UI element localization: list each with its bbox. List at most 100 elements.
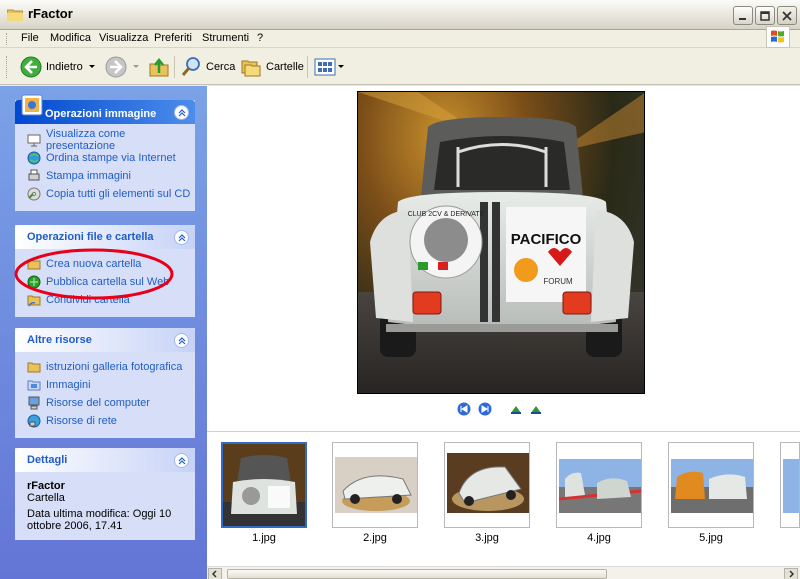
thumbnail[interactable] xyxy=(332,442,418,528)
up-folder-button[interactable] xyxy=(148,53,170,80)
rotate-counterclockwise-icon[interactable] xyxy=(529,403,543,415)
details-title: Dettagli xyxy=(27,454,68,466)
place-images[interactable]: Immagini xyxy=(27,376,195,394)
thumbnail-label: 1.jpg xyxy=(252,532,276,544)
car-rear-photo: CLUB 2CV & DERIVATE PACIFICO FORUM xyxy=(358,92,644,393)
details-modified-2: ottobre 2006, 17.41 xyxy=(27,520,123,532)
previous-image-icon[interactable] xyxy=(457,402,471,416)
image-tasks-icon xyxy=(21,94,43,116)
toolbar-separator-2 xyxy=(307,56,308,78)
collapse-chevron-icon[interactable] xyxy=(174,105,189,120)
title-bar: rFactor xyxy=(0,0,800,30)
menu-preferiti[interactable]: Preferiti xyxy=(154,32,192,44)
sign-text: PACIFICO xyxy=(511,231,582,248)
search-button[interactable]: Cerca xyxy=(180,53,235,80)
rotate-clockwise-icon[interactable] xyxy=(509,403,523,415)
scrollbar-thumb[interactable] xyxy=(227,569,607,579)
window-title: rFactor xyxy=(28,6,73,21)
badge-text: CLUB 2CV & DERIVATE xyxy=(408,211,485,218)
image-tasks-title: Operazioni immagine xyxy=(45,108,157,120)
menu-modifica[interactable]: Modifica xyxy=(50,32,91,44)
minimize-icon xyxy=(739,17,746,20)
views-icon xyxy=(314,58,336,75)
details-modified-1: Data ultima modifica: Oggi 10 xyxy=(27,508,172,520)
views-dropdown-icon[interactable] xyxy=(338,65,344,68)
thumbnail[interactable] xyxy=(444,442,530,528)
back-dropdown-icon[interactable] xyxy=(88,65,95,68)
computer-icon xyxy=(28,396,40,410)
toolbar-separator xyxy=(174,56,175,78)
thumbnail-image xyxy=(669,443,753,527)
menu-bar: File Modifica Visualizza Preferiti Strum… xyxy=(0,30,800,48)
details-panel: Dettagli rFactor Cartella Data ultima mo… xyxy=(15,448,195,540)
folders-icon xyxy=(241,60,261,76)
scroll-left-button[interactable] xyxy=(208,568,222,579)
collapse-chevron-icon[interactable] xyxy=(174,230,189,245)
task-slideshow[interactable]: Visualizza come presentazione xyxy=(27,128,195,152)
slideshow-icon xyxy=(27,134,41,147)
maximize-button[interactable] xyxy=(755,6,775,25)
collapse-chevron-icon[interactable] xyxy=(174,333,189,348)
thumbnail-label: 5.jpg xyxy=(699,532,723,544)
back-arrow-icon xyxy=(20,56,42,77)
thumbnail-partial[interactable] xyxy=(780,442,800,528)
thumbnail-label: 3.jpg xyxy=(475,532,499,544)
network-icon xyxy=(27,414,41,428)
toolbar: Indietro Cerca Cartelle xyxy=(0,48,800,85)
task-pane: Operazioni immagine Visualizza come pres… xyxy=(0,86,207,579)
other-places-title: Altre risorse xyxy=(27,334,92,346)
folders-button[interactable]: Cartelle xyxy=(240,53,304,80)
close-icon xyxy=(782,10,792,21)
menu-file[interactable]: File xyxy=(21,32,39,44)
search-label: Cerca xyxy=(206,60,236,73)
views-button[interactable] xyxy=(314,53,344,80)
thumbnail[interactable] xyxy=(556,442,642,528)
menu-help[interactable]: ? xyxy=(257,32,263,44)
sign-sub-text: FORUM xyxy=(543,277,573,286)
collapse-chevron-icon[interactable] xyxy=(174,453,189,468)
image-tasks-header[interactable]: Operazioni immagine xyxy=(15,94,195,124)
horizontal-scrollbar[interactable] xyxy=(207,566,800,579)
scroll-right-button[interactable] xyxy=(784,568,798,579)
details-name: rFactor xyxy=(27,480,65,492)
minimize-button[interactable] xyxy=(733,6,753,25)
task-print-images[interactable]: Stampa immagini xyxy=(27,167,195,185)
scroll-left-icon xyxy=(211,570,217,578)
image-preview[interactable]: CLUB 2CV & DERIVATE PACIFICO FORUM xyxy=(357,91,645,394)
scroll-right-icon xyxy=(789,570,795,578)
close-button[interactable] xyxy=(777,6,797,25)
windows-flag-icon xyxy=(771,30,784,43)
image-tasks-body: Visualizza come presentazione Ordina sta… xyxy=(15,124,195,211)
thumbnail-label: 2.jpg xyxy=(363,532,387,544)
pictures-folder-icon xyxy=(27,380,41,391)
file-tasks-title: Operazioni file e cartella xyxy=(27,231,154,243)
details-header[interactable]: Dettagli xyxy=(15,448,195,472)
place-gallery-instructions[interactable]: istruzioni galleria fotografica xyxy=(27,358,195,376)
back-button[interactable]: Indietro xyxy=(20,53,95,80)
place-network[interactable]: Risorse di rete xyxy=(27,412,195,430)
forward-arrow-icon xyxy=(105,56,127,77)
task-order-prints[interactable]: Ordina stampe via Internet xyxy=(27,149,195,167)
menu-visualizza[interactable]: Visualizza xyxy=(99,32,148,44)
forward-dropdown-icon[interactable] xyxy=(133,65,139,68)
task-copy-to-cd[interactable]: Copia tutti gli elementi sul CD xyxy=(27,185,195,203)
thumbnail[interactable] xyxy=(221,442,307,528)
content-pane: CLUB 2CV & DERIVATE PACIFICO FORUM 1.jpg… xyxy=(207,86,800,579)
place-my-computer[interactable]: Risorse del computer xyxy=(27,394,195,412)
next-image-icon[interactable] xyxy=(478,402,492,416)
thumbnail-image xyxy=(333,443,417,527)
folder-icon xyxy=(7,9,23,21)
thumbnail-label: 4.jpg xyxy=(587,532,611,544)
details-type: Cartella xyxy=(27,492,65,504)
other-places-header[interactable]: Altre risorse xyxy=(15,328,195,352)
thumbnail-image xyxy=(223,444,305,526)
maximize-icon xyxy=(760,10,770,21)
menu-grip xyxy=(6,33,9,45)
thumbnail[interactable] xyxy=(668,442,754,528)
windows-logo xyxy=(766,26,790,48)
thumbnail-image xyxy=(557,443,641,527)
forward-button[interactable] xyxy=(105,53,139,80)
image-tasks-panel: Operazioni immagine Visualizza come pres… xyxy=(15,94,195,211)
menu-strumenti[interactable]: Strumenti xyxy=(202,32,249,44)
up-folder-icon xyxy=(149,57,169,76)
